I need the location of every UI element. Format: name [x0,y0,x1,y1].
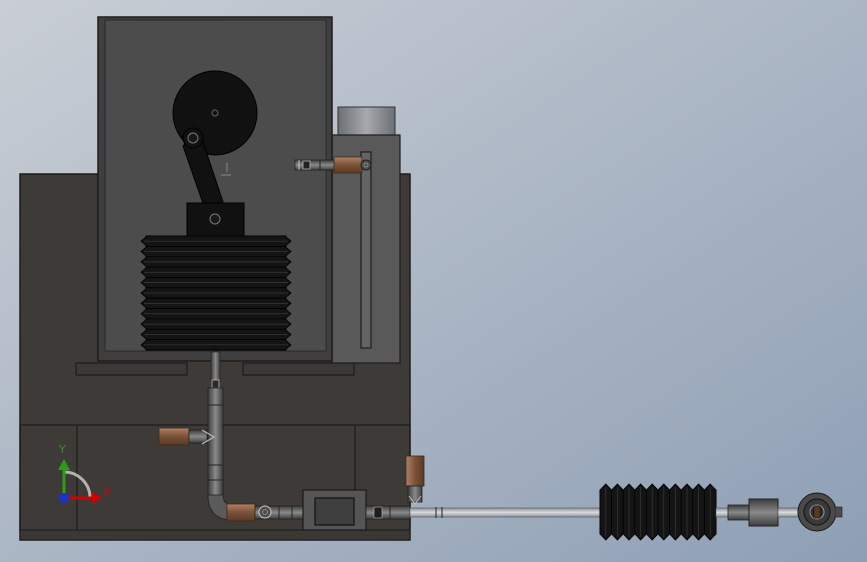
coupling-sleeve [748,498,779,527]
axis-x-label: X [103,486,111,499]
shelf-plate-right [242,362,355,376]
main-bellows [140,235,292,351]
copper-fitting-upper [333,156,363,174]
copper-fitting-bottom [226,503,256,522]
side-fitting [158,427,216,446]
axis-z-dot-icon [59,493,69,503]
drop-fitting [405,455,425,505]
axis-y-label: Y [59,443,66,456]
actuator-rod [409,507,605,518]
copper-fitting-side [158,427,190,446]
remote-bellows [599,483,717,541]
assembly-drawing [0,0,867,562]
reservoir-cap [337,106,396,137]
copper-fitting-vertical [405,455,425,487]
cad-viewport[interactable]: Y X [0,0,867,562]
reservoir [331,106,401,364]
level-tube [360,151,372,349]
shelf-plate-left [75,362,188,376]
crank-pin [187,132,199,144]
